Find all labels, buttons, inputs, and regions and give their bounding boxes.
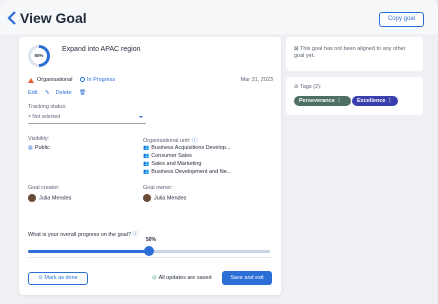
goal-type: Organisational	[37, 77, 73, 83]
status-badge: In Progress	[80, 77, 115, 83]
org-unit-item: 👥 Sales and Marketing	[143, 161, 202, 167]
progress-percent: 50%	[146, 237, 157, 243]
org-unit-item: 👥 Business Acquisitions Develop...	[143, 145, 231, 151]
progress-question: What is your overall progress on the goa…	[28, 232, 139, 238]
tags-label: ⊘ Tags (2):	[294, 84, 322, 90]
save-and-exit-button[interactable]: Save and exit	[222, 271, 272, 285]
mark-as-done-button[interactable]: ⊙ Mark as done	[28, 272, 88, 285]
tracking-status-label: Tracking status:	[28, 104, 67, 110]
status-label: In Progress	[87, 77, 116, 83]
org-unit-list: 👥 Business Acquisitions Develop... 👥 Consu…	[143, 144, 231, 176]
alignment-panel: ⊠ This goal has not been aligned to any …	[286, 37, 423, 71]
copy-goal-button[interactable]: Copy goal	[378, 12, 424, 27]
visibility-label: Visibility:	[28, 136, 50, 142]
delete-button[interactable]: Delete 🗑	[56, 90, 86, 96]
tags-panel: ⊘ Tags (2): Perseverance ⋮ Excellence ⋮	[286, 77, 423, 115]
back-arrow-icon[interactable]	[6, 10, 20, 26]
save-status: ⊙ All updates are saved	[152, 275, 212, 281]
goal-meta: Organisational In Progress Mar 31, 2023	[28, 77, 273, 87]
goal-name: Expand into APAC region	[62, 46, 141, 53]
progress-slider[interactable]	[28, 246, 270, 256]
goal-card: 50% Expand into APAC region Organisation…	[19, 37, 281, 295]
check-icon: ⊙	[152, 275, 157, 281]
edit-actions: Edit ✎ Delete 🗑	[28, 90, 92, 96]
tag-perseverance[interactable]: Perseverance ⋮	[294, 96, 351, 106]
tag-excellence[interactable]: Excellence ⋮	[352, 96, 398, 106]
goal-creator: Julia Mendes	[28, 194, 71, 202]
page-title: View Goal	[20, 10, 87, 26]
org-unit-label: Organisational unit: ⓘ	[143, 138, 198, 144]
org-unit-item: 👥 Business Development and Ne...	[143, 169, 232, 175]
avatar	[28, 194, 36, 202]
top-bar: View Goal Copy goal	[0, 0, 438, 34]
edit-button[interactable]: Edit ✎	[28, 90, 50, 96]
team-icon: 👥	[143, 161, 150, 167]
tracking-prefix: ×	[28, 114, 31, 120]
tracking-status-value: Not selected	[32, 114, 61, 120]
alignment-text: ⊠ This goal has not been aligned to any …	[294, 46, 406, 59]
info-icon[interactable]: ⓘ	[133, 232, 139, 238]
progress-ring-label: 50%	[31, 48, 47, 64]
divider	[28, 257, 273, 258]
avatar	[143, 194, 151, 202]
in-progress-icon	[80, 77, 85, 83]
chevron-down-icon	[139, 116, 143, 118]
team-icon: 👥	[143, 153, 150, 159]
progress-slider-fill	[28, 250, 149, 253]
visibility-value: ◍ Public	[28, 145, 50, 151]
goal-owner-label: Goal owner:	[143, 185, 173, 191]
goal-owner: Julia Mendes	[143, 194, 186, 202]
progress-ring: 50%	[28, 45, 50, 67]
link-icon: ⊠	[294, 46, 299, 52]
org-unit-item: 👥 Consumer Sales	[143, 153, 192, 159]
public-icon: ◍	[28, 145, 33, 151]
organisational-icon	[28, 77, 34, 83]
tracking-status-select[interactable]: × Not selected	[28, 114, 146, 124]
progress-slider-handle[interactable]	[144, 246, 154, 256]
tag-icon: ⊘	[294, 84, 299, 90]
team-icon: 👥	[143, 145, 150, 151]
goal-creator-label: Goal creator:	[28, 185, 60, 191]
due-date: Mar 31, 2023	[240, 77, 273, 83]
team-icon: 👥	[143, 169, 150, 175]
app-window: View Goal Copy goal 50% Expand into APAC…	[0, 0, 438, 304]
